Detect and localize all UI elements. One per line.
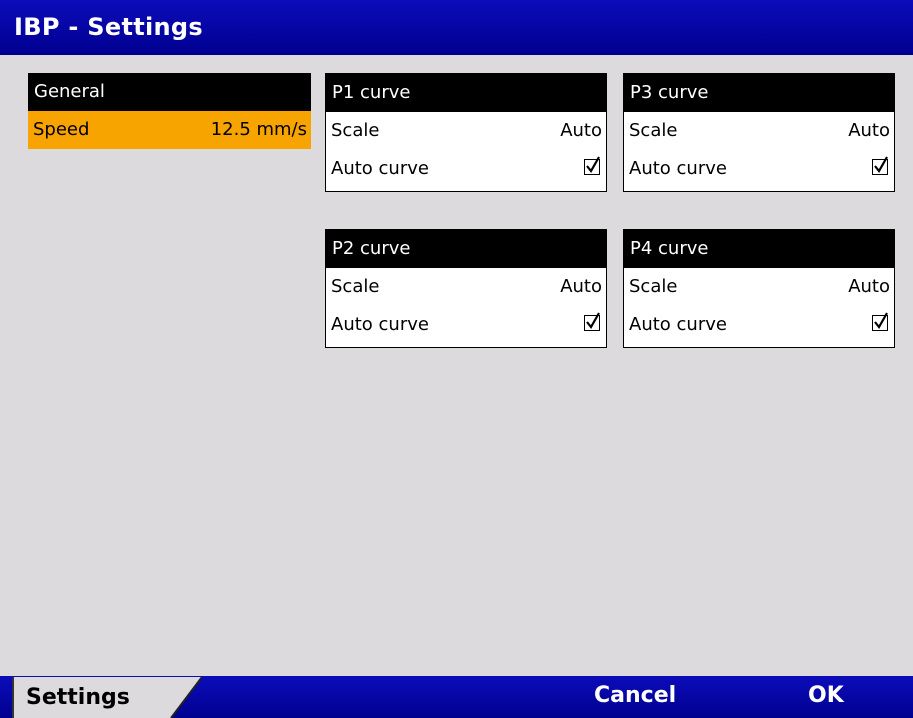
p3-scale-value: Auto xyxy=(848,120,890,141)
p4-auto-curve-row[interactable]: Auto curve xyxy=(624,306,894,344)
p2-auto-curve-checkbox[interactable] xyxy=(584,312,600,331)
p3-curve-header: P3 curve xyxy=(624,74,894,112)
p4-auto-curve-checkbox[interactable] xyxy=(872,312,888,331)
p1-curve-header: P1 curve xyxy=(326,74,606,112)
speed-row[interactable]: Speed 12.5 mm/s xyxy=(28,111,311,149)
p3-curve-panel: P3 curve Scale Auto Auto curve xyxy=(623,73,895,192)
p1-auto-curve-checkbox[interactable] xyxy=(584,156,600,175)
p1-curve-panel: P1 curve Scale Auto Auto curve xyxy=(325,73,607,192)
window-title: IBP - Settings xyxy=(14,13,203,41)
p3-auto-curve-label: Auto curve xyxy=(629,158,727,179)
p2-scale-label: Scale xyxy=(331,276,380,297)
tab-settings-label: Settings xyxy=(26,685,130,710)
p4-scale-row[interactable]: Scale Auto xyxy=(624,268,894,306)
p1-scale-row[interactable]: Scale Auto xyxy=(326,112,606,150)
p2-auto-curve-label: Auto curve xyxy=(331,314,429,335)
p3-scale-row[interactable]: Scale Auto xyxy=(624,112,894,150)
p1-scale-label: Scale xyxy=(331,120,380,141)
p1-auto-curve-row[interactable]: Auto curve xyxy=(326,150,606,188)
checkmark-icon xyxy=(874,156,888,173)
speed-value: 12.5 mm/s xyxy=(210,119,307,140)
p4-scale-value: Auto xyxy=(848,276,890,297)
general-panel: General Speed 12.5 mm/s xyxy=(28,73,311,153)
speed-label: Speed xyxy=(33,119,90,140)
p4-curve-header: P4 curve xyxy=(624,230,894,268)
p2-auto-curve-row[interactable]: Auto curve xyxy=(326,306,606,344)
p1-scale-value: Auto xyxy=(560,120,602,141)
ok-button[interactable]: OK xyxy=(808,683,844,708)
tab-settings[interactable]: Settings xyxy=(12,677,202,718)
title-bar: IBP - Settings xyxy=(0,0,913,55)
checkmark-icon xyxy=(874,312,888,329)
p4-auto-curve-label: Auto curve xyxy=(629,314,727,335)
screen: IBP - Settings General Speed 12.5 mm/s P… xyxy=(0,0,913,718)
p3-auto-curve-row[interactable]: Auto curve xyxy=(624,150,894,188)
checkmark-icon xyxy=(586,312,600,329)
cancel-button[interactable]: Cancel xyxy=(594,683,676,708)
p3-scale-label: Scale xyxy=(629,120,678,141)
p2-curve-panel: P2 curve Scale Auto Auto curve xyxy=(325,229,607,348)
general-header: General xyxy=(28,73,311,111)
p4-curve-panel: P4 curve Scale Auto Auto curve xyxy=(623,229,895,348)
p2-scale-row[interactable]: Scale Auto xyxy=(326,268,606,306)
checkmark-icon xyxy=(586,156,600,173)
p4-scale-label: Scale xyxy=(629,276,678,297)
p3-auto-curve-checkbox[interactable] xyxy=(872,156,888,175)
p2-curve-header: P2 curve xyxy=(326,230,606,268)
p2-scale-value: Auto xyxy=(560,276,602,297)
p1-auto-curve-label: Auto curve xyxy=(331,158,429,179)
